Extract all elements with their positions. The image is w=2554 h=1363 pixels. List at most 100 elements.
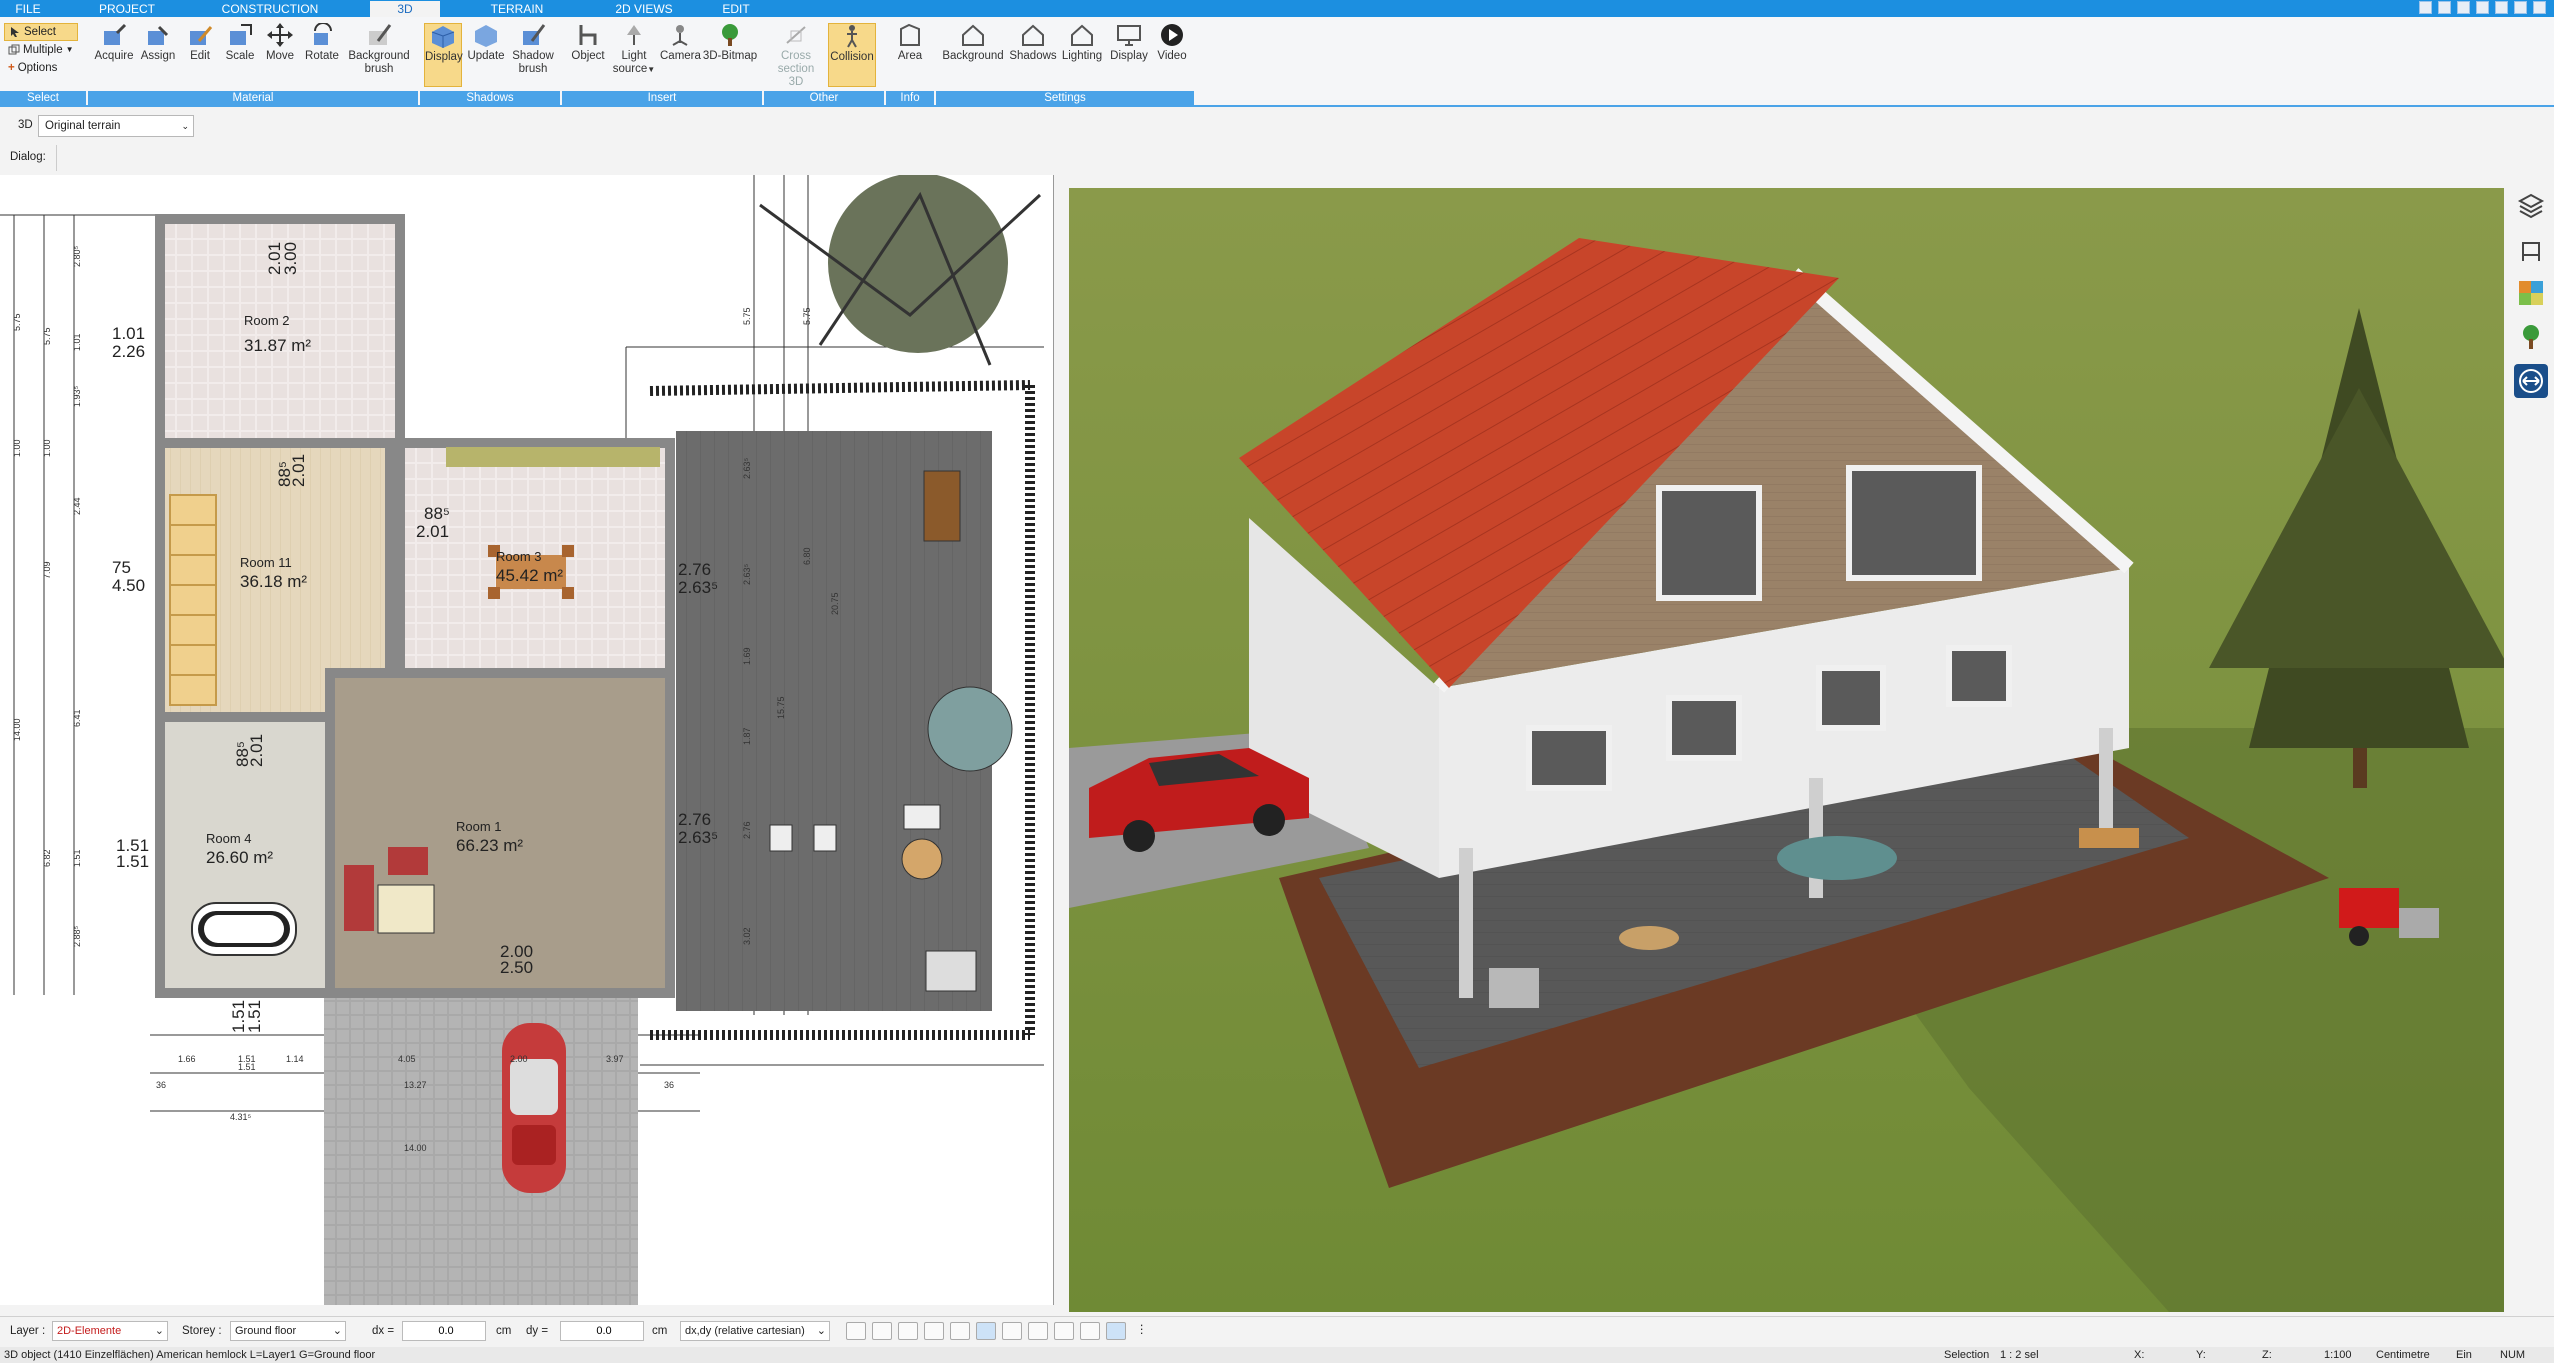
camera-button[interactable]: Camera [660,23,701,63]
collision-button[interactable]: Collision [828,23,876,87]
dim-label: 1.51 [245,1000,264,1033]
north-icon[interactable] [1106,1322,1126,1340]
terrain-dropdown[interactable]: Original terrain ⌄ [38,115,194,137]
edit-material-button[interactable]: Edit [182,23,218,63]
select-group: Select Multiple ▼ + Options Select [0,17,86,107]
help-icon[interactable] [2438,1,2451,14]
tab-project[interactable]: PROJECT [92,1,162,17]
light-source-button[interactable]: Light source▼ [612,23,656,76]
ortho-icon[interactable] [1080,1322,1100,1340]
shadow-brush-button[interactable]: Shadow brush [510,23,556,76]
cube-icon [430,24,456,48]
clock-icon[interactable] [846,1322,866,1340]
group-label-settings: Settings [936,91,1194,105]
room-3-name: Room 3 [496,549,542,564]
pan-icon[interactable] [976,1322,996,1340]
options-button[interactable]: + Options [4,59,78,77]
display-shadows-button[interactable]: Display [424,23,463,87]
view-toolbar: 3D Original terrain ⌄ [0,111,2554,141]
cross-section-3d-button[interactable]: Cross section 3D [770,23,822,89]
person-icon [839,24,865,48]
update-shadows-button[interactable]: Update [466,23,506,63]
tab-edit[interactable]: EDIT [710,1,762,17]
video-button[interactable]: Video [1152,23,1192,63]
tab-construction[interactable]: CONSTRUCTION [218,1,322,17]
assign-button[interactable]: Assign [138,23,178,63]
3d-bitmap-button[interactable]: 3D-Bitmap [702,23,758,63]
tab-2d-views[interactable]: 2D VIEWS [604,1,684,17]
status-info-text: 3D object (1410 Einzelflächen) American … [4,1349,376,1361]
info-icon[interactable] [2476,1,2489,14]
navigator-icon[interactable] [2514,364,2548,398]
num-lock-indicator: NUM [2500,1349,2526,1361]
grid-icon[interactable] [1054,1322,1074,1340]
dy-unit: cm [652,1325,668,1337]
dy-input[interactable] [560,1321,644,1341]
3d-view[interactable] [1069,188,2504,1312]
staircase[interactable] [169,494,217,706]
kitchen-counter[interactable] [446,447,660,467]
rotate-button[interactable]: Rotate [302,22,342,63]
more-options-icon[interactable]: ⋮ [1136,1322,1156,1340]
dim-label: 1.66 [178,1054,196,1064]
tab-file[interactable]: FILE [8,1,48,17]
dim-label: 5.75 [802,307,812,325]
dim-label: 2.01 [289,454,308,487]
tool-icon[interactable] [2419,1,2432,14]
dim-label: 1.93⁵ [72,385,82,407]
dim-label: 4.31⁵ [230,1112,252,1122]
storey-dropdown[interactable]: Ground floor ⌄ [230,1321,346,1341]
tab-3d[interactable]: 3D [370,1,440,17]
play-icon [1159,23,1185,47]
shadows-settings-button[interactable]: Shadows [1008,23,1058,63]
dim-label: 15.75 [776,696,786,719]
floor-plan-view[interactable]: Room 2 31.87 m² Room 11 36.18 m² Room 3 … [0,175,1054,1305]
dim-label: 3.97 [606,1054,624,1064]
close-icon[interactable] [2533,1,2546,14]
room-11-name: Room 11 [240,555,292,570]
terrain-value: Original terrain [45,120,121,132]
layer-dropdown[interactable]: 2D-Elemente ⌄ [52,1321,168,1341]
coordinate-mode-dropdown[interactable]: dx,dy (relative cartesian) ⌄ [680,1321,830,1341]
tree-icon [717,23,743,47]
cube-refresh-icon [473,23,499,47]
acquire-button[interactable]: Acquire [94,23,134,63]
move-arrows-icon [267,23,293,47]
settings-icon[interactable] [2457,1,2470,14]
dx-input[interactable] [402,1321,486,1341]
dim-label: 7.09 [42,561,52,579]
plants-icon[interactable] [2514,320,2548,354]
monitor-icon [1116,23,1142,47]
background-button[interactable]: Background [938,23,1008,63]
background-brush-button[interactable]: Background brush [344,23,414,76]
other-group: Cross section 3D Collision Other [764,17,884,107]
multiple-button[interactable]: Multiple ▼ [4,41,78,59]
y-coordinate-label: Y: [2196,1349,2206,1361]
zoom-icon[interactable] [1002,1322,1022,1340]
layers-icon[interactable] [2514,188,2548,222]
fit-icon[interactable] [1028,1322,1048,1340]
tree-topview[interactable] [759,175,1042,366]
lighting-button[interactable]: Lighting [1058,23,1106,63]
dim-label: 1.14 [286,1054,304,1064]
camera-view-icon[interactable] [872,1322,892,1340]
bathtub[interactable] [191,902,297,956]
move-button[interactable]: Move [262,23,298,63]
area-button[interactable]: Area [890,23,930,63]
furniture-catalog-icon[interactable] [2514,232,2548,266]
dim-label: 3.02 [742,927,752,945]
tab-terrain[interactable]: TERRAIN [484,1,550,17]
orbit-icon[interactable] [950,1322,970,1340]
materials-icon[interactable] [2514,276,2548,310]
driveway-area[interactable] [324,991,638,1305]
restore-icon[interactable] [2514,1,2527,14]
minimize-icon[interactable] [2495,1,2508,14]
cursor-icon [11,27,19,37]
walk-icon[interactable] [898,1322,918,1340]
scale-button[interactable]: Scale [222,23,258,63]
display-settings-button[interactable]: Display [1106,23,1152,63]
object-button[interactable]: Object [568,23,608,63]
select-button[interactable]: Select [4,23,78,41]
car-topview[interactable] [502,1023,566,1193]
snap-icon[interactable] [924,1322,944,1340]
